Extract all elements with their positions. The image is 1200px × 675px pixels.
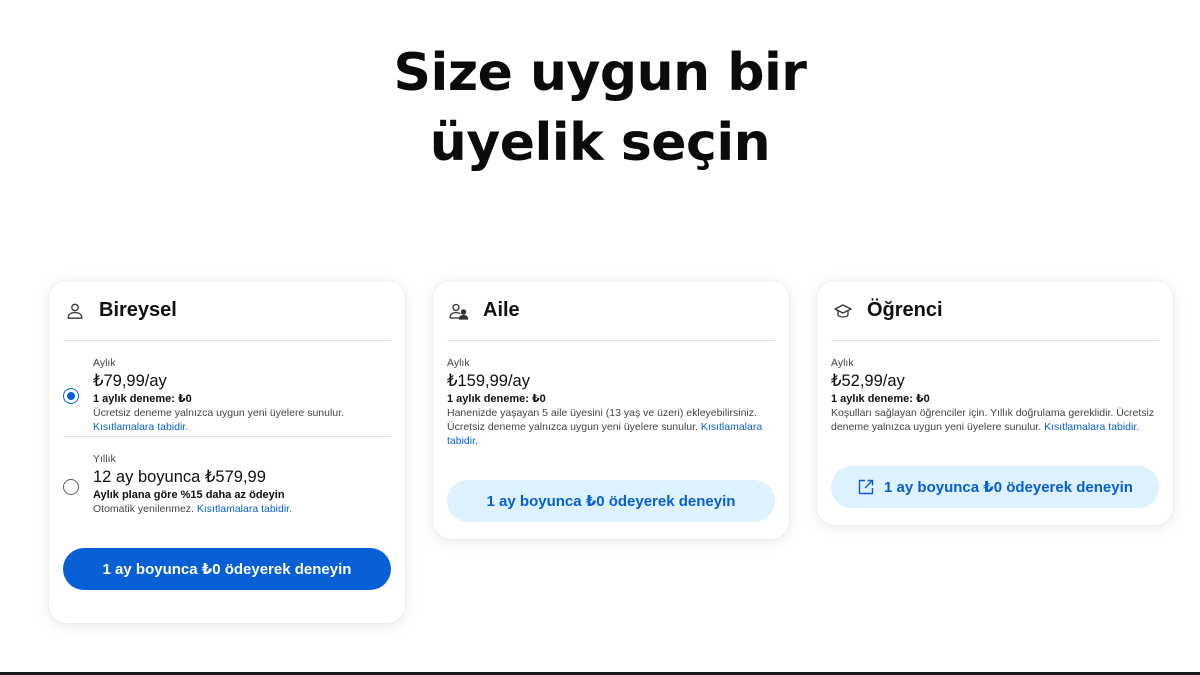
period-label: Aylık xyxy=(93,357,116,369)
price: ₺52,99/ay xyxy=(831,372,905,390)
plan-title: Bireysel xyxy=(99,299,177,321)
trial-note: Koşulları sağlayan öğrenciler için. Yıll… xyxy=(831,406,1159,434)
plan-details: Aylık ₺52,99/ay 1 aylık deneme: ₺0 Koşul… xyxy=(831,341,1159,434)
card-header: Aile xyxy=(447,281,775,341)
button-label: 1 ay boyunca ₺0 ödeyerek deneyin xyxy=(884,479,1133,496)
try-free-button[interactable]: 1 ay boyunca ₺0 ödeyerek deneyin xyxy=(831,466,1159,508)
graduation-cap-icon xyxy=(833,301,853,321)
page-title-line-2: üyelik seçin xyxy=(429,113,771,173)
plan-title: Öğrenci xyxy=(867,299,943,321)
plan-title: Aile xyxy=(483,299,520,321)
plan-card-student: Öğrenci Aylık ₺52,99/ay 1 aylık deneme: … xyxy=(817,281,1173,525)
page-title: Size uygun bir üyelik seçin xyxy=(0,38,1200,178)
renewal-note: Otomatik yenilenmez. Kısıtlamalara tabid… xyxy=(93,502,292,516)
try-free-button[interactable]: 1 ay boyunca ₺0 ödeyerek deneyin xyxy=(447,480,775,522)
period-label: Aylık xyxy=(831,357,854,369)
period-label: Aylık xyxy=(447,357,470,369)
family-icon xyxy=(449,301,469,321)
discount-info: Aylık plana göre %15 daha az ödeyin xyxy=(93,489,285,501)
trial-note: Ücretsiz deneme yalnızca uygun yeni üyel… xyxy=(93,406,344,434)
plan-option-yearly[interactable]: Yıllık 12 ay boyunca ₺579,99 Aylık plana… xyxy=(63,437,391,537)
trial-info: 1 aylık deneme: ₺0 xyxy=(831,393,930,405)
restrictions-link[interactable]: Kısıtlamalara tabidir. xyxy=(1044,421,1139,433)
trial-note: Hanenizde yaşayan 5 aile üyesini (13 yaş… xyxy=(447,406,775,448)
plan-card-family: Aile Aylık ₺159,99/ay 1 aylık deneme: ₺0… xyxy=(433,281,789,539)
person-icon xyxy=(65,301,85,321)
price: ₺159,99/ay xyxy=(447,372,530,390)
period-label: Yıllık xyxy=(93,453,116,465)
note-text: Ücretsiz deneme yalnızca uygun yeni üyel… xyxy=(93,407,344,419)
plan-details: Aylık ₺159,99/ay 1 aylık deneme: ₺0 Hane… xyxy=(447,341,775,448)
try-free-button[interactable]: 1 ay boyunca ₺0 ödeyerek deneyin xyxy=(63,548,391,590)
plan-card-individual: Bireysel Aylık ₺79,99/ay 1 aylık deneme:… xyxy=(49,281,405,623)
price: ₺79,99/ay xyxy=(93,372,167,390)
external-link-icon xyxy=(857,478,875,496)
restrictions-link[interactable]: Kısıtlamalara tabidir. xyxy=(197,503,292,515)
page-title-line-1: Size uygun bir xyxy=(393,43,807,103)
yearly-radio[interactable] xyxy=(63,479,79,495)
monthly-radio[interactable] xyxy=(63,388,79,404)
card-header: Bireysel xyxy=(63,281,391,341)
price: 12 ay boyunca ₺579,99 xyxy=(93,468,266,486)
plan-option-monthly[interactable]: Aylık ₺79,99/ay 1 aylık deneme: ₺0 Ücret… xyxy=(63,341,391,437)
trial-info: 1 aylık deneme: ₺0 xyxy=(447,393,546,405)
restrictions-link[interactable]: Kısıtlamalara tabidir. xyxy=(93,421,188,433)
note-text: Otomatik yenilenmez. xyxy=(93,503,194,515)
card-header: Öğrenci xyxy=(831,281,1159,341)
trial-info: 1 aylık deneme: ₺0 xyxy=(93,393,192,405)
